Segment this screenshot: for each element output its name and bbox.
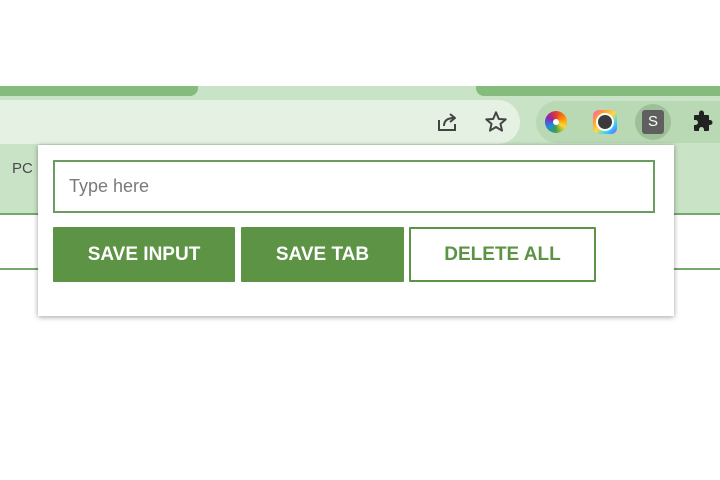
- camera-extension-icon[interactable]: [593, 110, 617, 134]
- browser-tab[interactable]: [476, 86, 720, 96]
- delete-all-button[interactable]: DELETE ALL: [409, 227, 596, 282]
- bookmark-star-icon[interactable]: [482, 108, 510, 136]
- s-extension-icon[interactable]: S: [642, 110, 664, 134]
- puzzle-extensions-icon[interactable]: [688, 108, 716, 136]
- share-icon[interactable]: [433, 108, 461, 136]
- save-tab-button[interactable]: SAVE TAB: [241, 227, 404, 282]
- extension-popup: SAVE INPUT SAVE TAB DELETE ALL: [38, 145, 674, 316]
- save-input-button[interactable]: SAVE INPUT: [53, 227, 235, 282]
- bookmark-item[interactable]: PC: [12, 160, 33, 177]
- browser-tab[interactable]: [0, 86, 198, 96]
- text-input[interactable]: [53, 160, 655, 213]
- color-picker-extension-icon[interactable]: [545, 111, 567, 133]
